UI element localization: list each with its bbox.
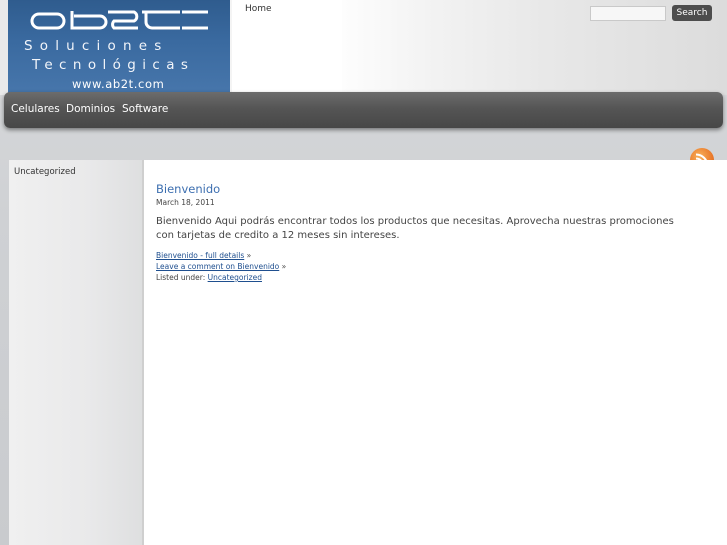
comment-raquo: » (281, 262, 287, 271)
details-raquo: » (246, 251, 252, 260)
post-date: March 18, 2011 (156, 198, 215, 207)
site-logo[interactable]: Soluciones Tecnológicas www.ab2t.com (8, 0, 230, 93)
sidebar: Uncategorized (9, 160, 142, 545)
category-link[interactable]: Uncategorized (208, 273, 262, 282)
home-link[interactable]: Home (245, 4, 272, 14)
post-listed-under-row: Listed under: Uncategorized (156, 273, 262, 282)
nav-item-celulares[interactable]: Celulares (11, 103, 60, 115)
post-title[interactable]: Bienvenido (156, 182, 220, 196)
search-button[interactable]: Search (672, 5, 712, 21)
logo-tagline-2: Tecnológicas (32, 57, 195, 73)
ab2t-logo-mark (30, 10, 208, 30)
leave-comment-link[interactable]: Leave a comment on Bienvenido (156, 262, 279, 271)
nav-item-software[interactable]: Software (122, 103, 168, 115)
search-input[interactable] (590, 6, 666, 21)
listed-under-label: Listed under: (156, 273, 206, 282)
logo-url: www.ab2t.com (72, 77, 165, 91)
logo-tagline-1: Soluciones (24, 38, 169, 54)
main-content: Bienvenido March 18, 2011 Bienvenido Aqu… (142, 160, 727, 545)
main-navigation: Celulares Dominios Software (4, 92, 723, 128)
post-body: Bienvenido Aqui podrás encontrar todos l… (156, 216, 674, 241)
sidebar-category-uncategorized[interactable]: Uncategorized (14, 167, 76, 177)
nav-item-dominios[interactable]: Dominios (66, 103, 115, 115)
post-comment-row: Leave a comment on Bienvenido » (156, 262, 286, 271)
post-details-row: Bienvenido - full details » (156, 251, 251, 260)
full-details-link[interactable]: Bienvenido - full details (156, 251, 244, 260)
